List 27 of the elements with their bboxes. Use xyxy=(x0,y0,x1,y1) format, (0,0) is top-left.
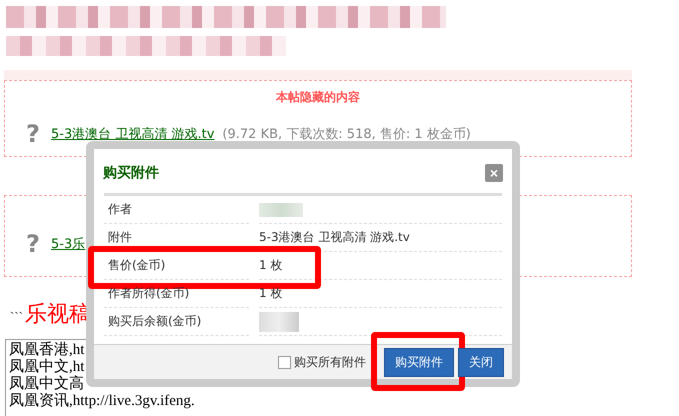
checkbox-label: 购买所有附件 xyxy=(294,354,366,370)
buy-button[interactable]: 购买附件 xyxy=(384,348,454,376)
blurred-value xyxy=(259,202,303,216)
field-label: 作者 xyxy=(104,196,249,224)
field-label: 售价(金币) xyxy=(104,252,249,280)
section-title: 本帖隐藏的内容 xyxy=(274,89,361,106)
attachment-meta: (9.72 KB, 下载次数: 518, 售价: 1 枚金币) xyxy=(222,126,471,143)
attachment-link[interactable]: 5-3港澳台 卫视高清 游戏.tv xyxy=(51,125,214,143)
code-line: 凤凰香港,ht xyxy=(9,342,84,358)
code-line: 凤凰中文高 xyxy=(9,376,84,392)
field-label: 购买后余额(金币) xyxy=(104,308,249,336)
question-mark: ? xyxy=(25,230,41,258)
dialog-title: 购买附件 xyxy=(103,164,159,182)
close-button[interactable]: × xyxy=(485,164,503,182)
heading-prefix: ``` xyxy=(10,309,23,325)
code-line: 凤凰中文,ht xyxy=(9,359,84,375)
field-value: 5-3港澳台 卫视高清 游戏.tv xyxy=(259,229,410,246)
blurred-value xyxy=(259,312,299,332)
question-mark: ? xyxy=(25,120,41,148)
code-line: 凤凰资讯,http://live.3gv.ifeng. xyxy=(9,393,195,410)
attachment-link[interactable]: 5-3乐 xyxy=(51,235,86,253)
field-value: 1 枚 xyxy=(259,285,282,302)
field-label: 附件 xyxy=(104,224,249,252)
field-label: 作者所得(金币) xyxy=(104,280,249,308)
field-value: 1 枚 xyxy=(259,257,282,274)
close-dialog-button[interactable]: 关闭 xyxy=(458,348,504,376)
checkbox[interactable] xyxy=(278,356,291,368)
